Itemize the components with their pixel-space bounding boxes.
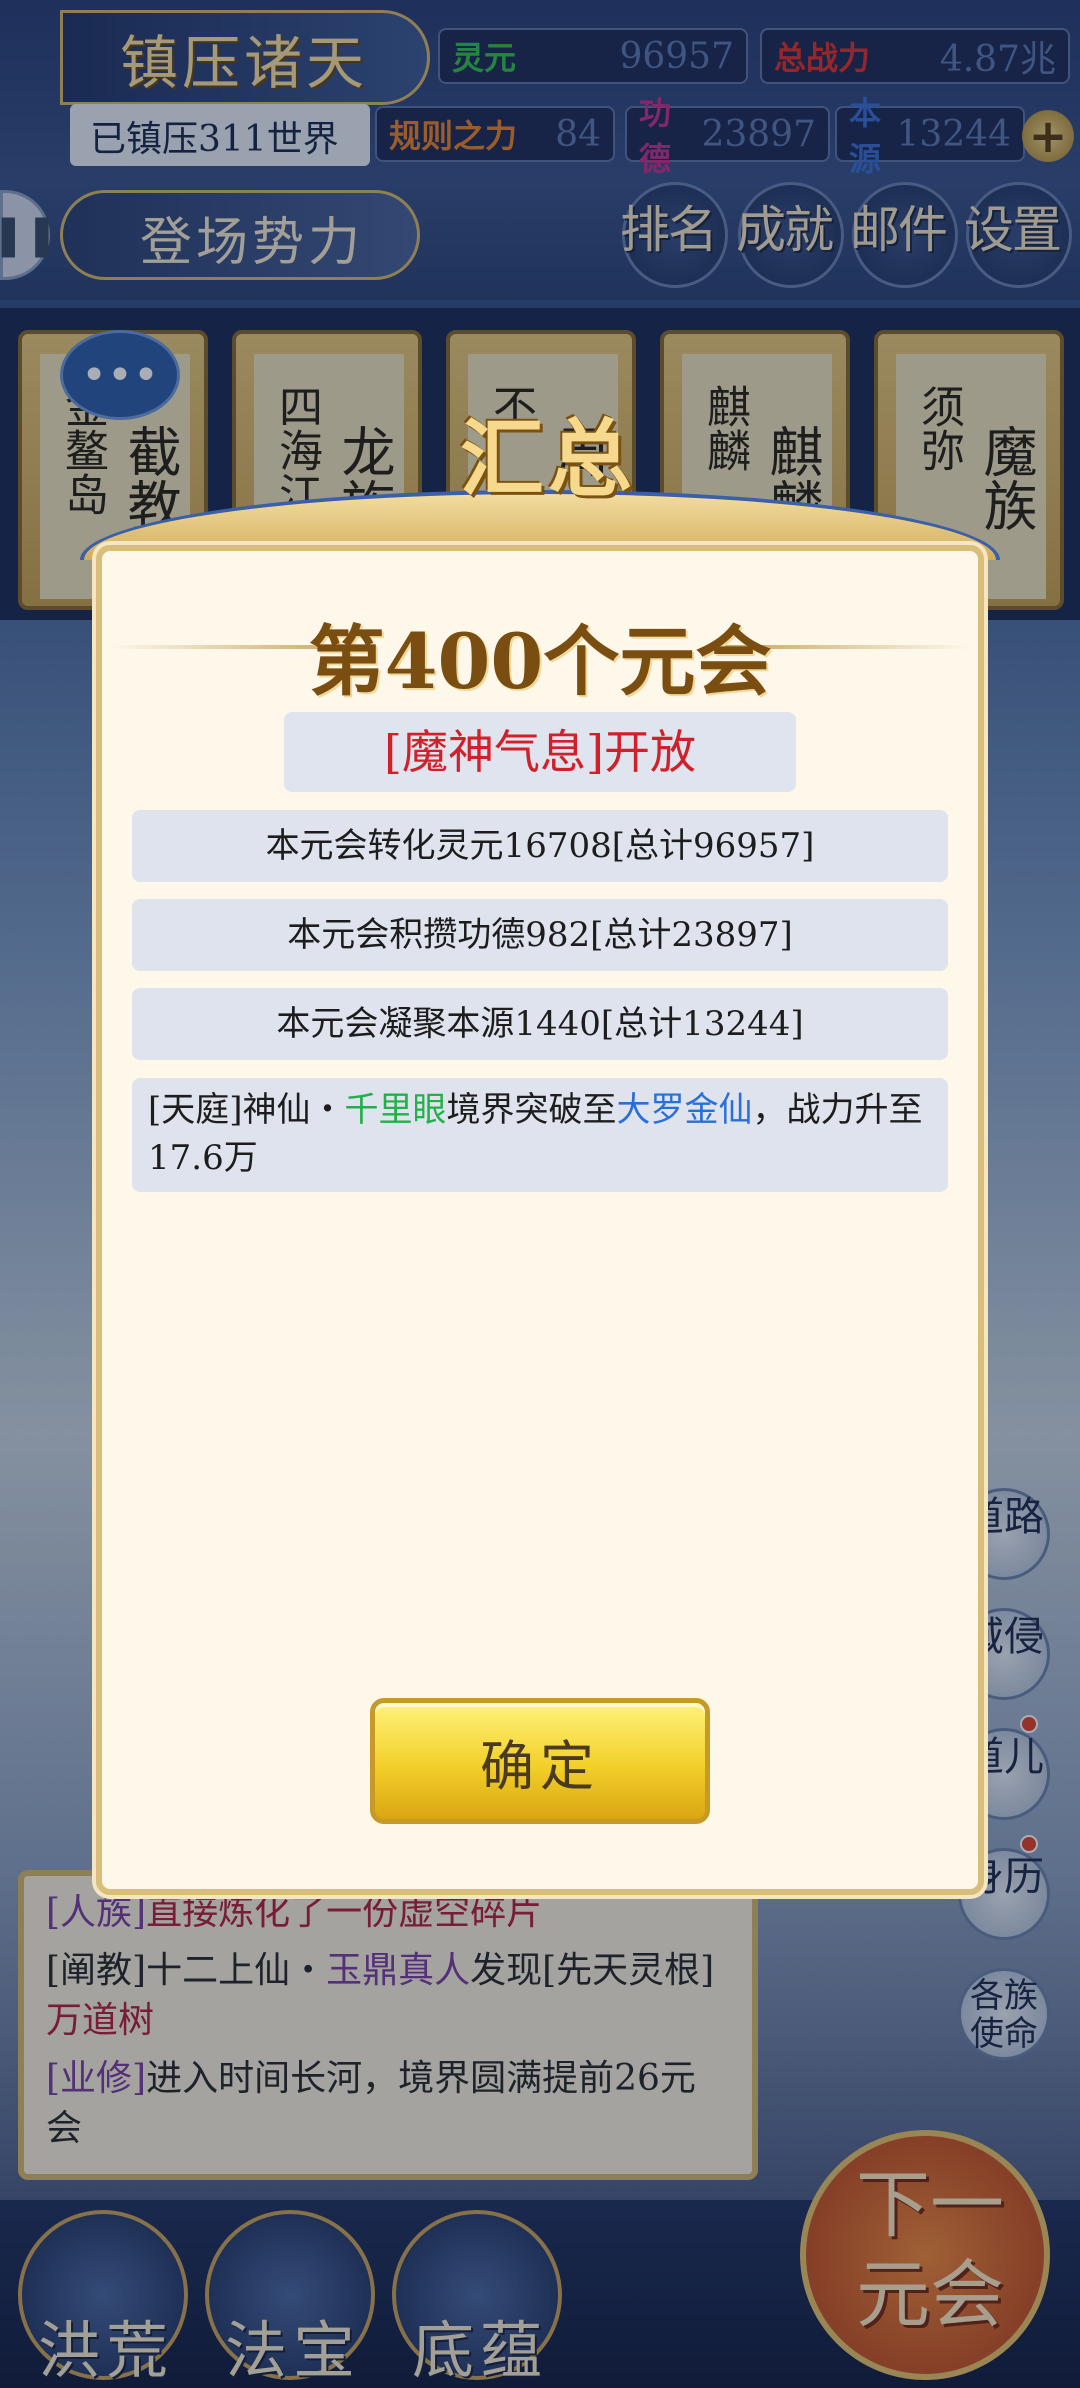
open-notice: [魔神气息]开放 <box>284 712 796 792</box>
news-text: [天庭]神仙・ <box>148 1090 345 1130</box>
summary-row: 本元会转化灵元16708[总计96957] <box>132 810 948 882</box>
news-row: [天庭]神仙・千里眼境界突破至大罗金仙，战力升至17.6万 <box>132 1078 948 1192</box>
modal-title: 汇总 <box>460 409 637 508</box>
news-name: 千里眼 <box>344 1090 447 1130</box>
news-realm: 大罗金仙 <box>616 1090 753 1130</box>
news-text: 境界突破至 <box>446 1090 617 1130</box>
summary-row: 本元会积攒功德982[总计23897] <box>132 899 948 971</box>
summary-row: 本元会凝聚本源1440[总计13244] <box>132 988 948 1060</box>
confirm-button[interactable]: 确定 <box>370 1698 710 1824</box>
era-title: 第400个元会 <box>308 617 772 706</box>
